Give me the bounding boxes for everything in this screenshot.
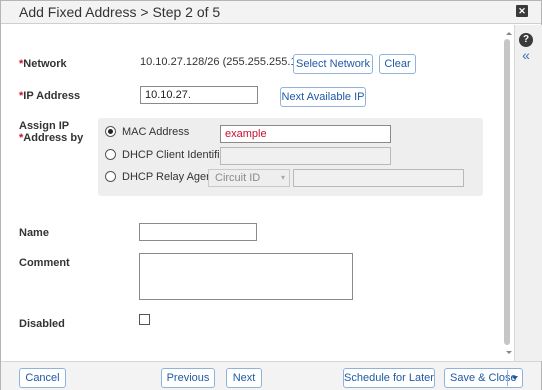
network-value: 10.10.27.128/26 (255.255.255.192) xyxy=(140,56,313,68)
dhcp-relay-agent-radio[interactable] xyxy=(105,171,116,182)
ip-address-label: *IP Address xyxy=(19,90,81,102)
next-button[interactable]: Next xyxy=(226,368,262,388)
disabled-checkbox[interactable] xyxy=(139,314,150,325)
disabled-label: Disabled xyxy=(19,318,65,330)
schedule-for-later-button[interactable]: Schedule for Later xyxy=(343,368,435,388)
ip-address-input[interactable] xyxy=(140,86,258,104)
cancel-button[interactable]: Cancel xyxy=(19,368,66,388)
relay-agent-input xyxy=(293,169,464,187)
double-chevron-left-icon[interactable]: « xyxy=(518,47,534,63)
scroll-down-arrow[interactable] xyxy=(506,351,512,354)
select-network-button[interactable]: Select Network xyxy=(293,54,373,74)
dhcp-client-identifier-label: DHCP Client Identifier xyxy=(122,149,230,161)
chevron-down-icon[interactable] xyxy=(512,376,518,380)
scroll-up-arrow[interactable] xyxy=(506,32,512,35)
next-available-ip-button[interactable]: Next Available IP xyxy=(280,87,366,107)
comment-label: Comment xyxy=(19,257,70,269)
name-label: Name xyxy=(19,227,49,239)
add-fixed-address-dialog: Add Fixed Address > Step 2 of 5 ✕ ? « *N… xyxy=(0,0,542,390)
network-label: *Network xyxy=(19,58,67,70)
split-divider xyxy=(507,370,508,386)
dialog-titlebar: Add Fixed Address > Step 2 of 5 ✕ xyxy=(1,1,541,24)
relay-agent-type-select: Circuit ID ▾ xyxy=(208,169,290,187)
close-icon[interactable]: ✕ xyxy=(516,5,528,17)
name-input[interactable] xyxy=(139,223,257,241)
dialog-title: Add Fixed Address > Step 2 of 5 xyxy=(19,4,221,20)
vertical-scrollbar[interactable] xyxy=(504,39,510,345)
help-icon[interactable]: ? xyxy=(519,33,533,47)
dhcp-client-identifier-input xyxy=(220,147,391,165)
chevron-down-icon: ▾ xyxy=(281,173,286,182)
mac-address-input[interactable] xyxy=(220,125,391,143)
clear-button[interactable]: Clear xyxy=(379,54,416,74)
previous-button[interactable]: Previous xyxy=(161,368,215,388)
side-panel xyxy=(514,25,542,361)
mac-address-label: MAC Address xyxy=(122,126,190,138)
dhcp-client-identifier-radio[interactable] xyxy=(105,149,116,160)
comment-textarea[interactable] xyxy=(139,253,353,300)
mac-address-radio[interactable] xyxy=(105,126,116,137)
dhcp-relay-agent-label: DHCP Relay Agent xyxy=(122,171,216,183)
assign-ip-label: Assign IP *Address by xyxy=(19,120,84,144)
